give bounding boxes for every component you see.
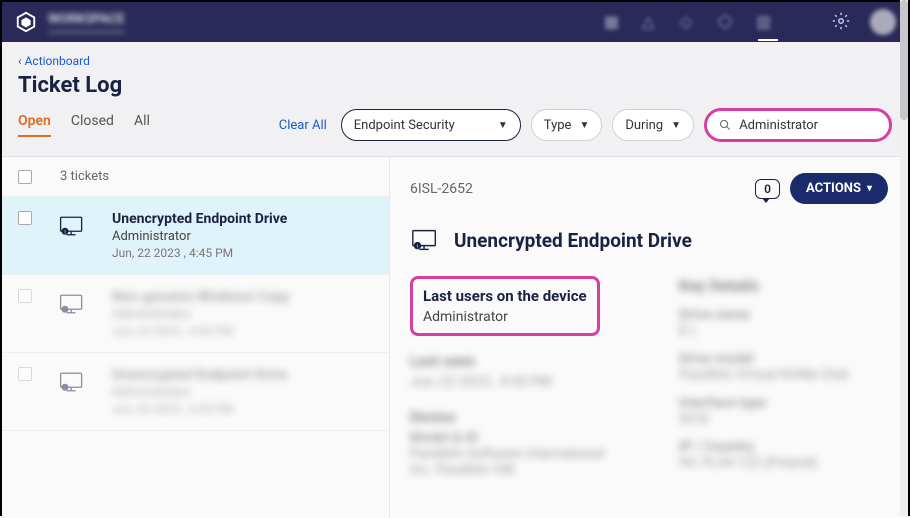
ticket-user: Administrator	[112, 385, 373, 400]
chevron-down-icon: ▼	[671, 120, 681, 131]
endpoint-alert-icon: !	[58, 215, 86, 237]
chevron-down-icon: ▼	[498, 120, 508, 131]
breadcrumb: ‹ Actionboard	[2, 42, 908, 69]
ticket-date: Jun, 22 2023 , 4:45 PM	[112, 402, 373, 416]
list-item[interactable]: Non-genuine Windows Copy Administrator J…	[2, 275, 389, 353]
ticket-user: Administrator	[112, 307, 373, 322]
nav-icon-1[interactable]: ▦	[604, 12, 624, 32]
chevron-down-icon: ▼	[579, 120, 589, 131]
ticket-title: Unencrypted Endpoint Drive	[112, 367, 373, 383]
filter-category-label: Endpoint Security	[354, 118, 455, 133]
filter-category[interactable]: Endpoint Security ▼	[341, 109, 521, 141]
ticket-date: Jun, 22 2023 , 4:45 PM	[112, 246, 373, 260]
filter-type[interactable]: Type ▼	[531, 109, 603, 141]
last-seen-section: Last seen Jun, 22 2023 , 4:45 PM	[410, 352, 619, 390]
ticket-date: Jun, 22 2023 , 4:45 PM	[112, 324, 373, 338]
clear-all-link[interactable]: Clear All	[279, 118, 327, 133]
topnav-icons: ▦ △ ◇ ⬡ ▥	[604, 9, 896, 35]
ticket-list: 3 tickets ! Unencrypted Endpoint Drive A…	[2, 157, 390, 518]
scrollbar[interactable]	[900, 0, 908, 516]
scrollbar-thumb[interactable]	[900, 0, 908, 120]
detail-heading: ! Unencrypted Endpoint Drive	[410, 228, 888, 252]
row-checkbox[interactable]	[18, 211, 32, 225]
ticket-id: 6ISL-2652	[410, 181, 473, 197]
last-users-label: Last users on the device	[423, 287, 587, 305]
nav-icon-5[interactable]: ▥	[756, 12, 776, 32]
search-input[interactable]	[739, 118, 877, 133]
search-box[interactable]	[704, 108, 892, 142]
tab-all[interactable]: All	[134, 113, 150, 137]
last-users-value: Administrator	[423, 309, 587, 325]
status-tabs: Open Closed All	[18, 113, 150, 137]
comment-count-badge[interactable]: 0	[755, 179, 780, 199]
list-header: 3 tickets	[2, 157, 389, 197]
search-icon	[719, 118, 731, 132]
row-checkbox[interactable]	[18, 367, 32, 381]
detail-heading-text: Unencrypted Endpoint Drive	[454, 229, 692, 252]
content-area: 3 tickets ! Unencrypted Endpoint Drive A…	[2, 156, 908, 518]
page-title: Ticket Log	[2, 69, 908, 108]
breadcrumb-back[interactable]: ‹ Actionboard	[18, 54, 90, 68]
filter-during[interactable]: During ▼	[612, 109, 694, 141]
actions-button[interactable]: ACTIONS ▾	[790, 173, 888, 204]
workspace-name[interactable]: WORKSPACE	[48, 12, 125, 33]
ticket-title: Non-genuine Windows Copy	[112, 289, 373, 305]
endpoint-alert-icon: !	[410, 228, 440, 252]
row-checkbox[interactable]	[18, 289, 32, 303]
gear-icon[interactable]	[832, 12, 852, 32]
bell-icon[interactable]: ◇	[680, 12, 700, 32]
avatar[interactable]	[870, 9, 896, 35]
app-logo	[14, 10, 38, 34]
filter-during-label: During	[625, 118, 663, 133]
endpoint-alert-icon	[58, 371, 86, 393]
list-item[interactable]: Unencrypted Endpoint Drive Administrator…	[2, 353, 389, 431]
actions-label: ACTIONS	[806, 181, 861, 196]
list-item[interactable]: ! Unencrypted Endpoint Drive Administrat…	[2, 197, 389, 275]
ticket-user: Administrator	[112, 229, 373, 244]
key-details-section: Key Details Drive name E:\ Drive model P…	[679, 276, 888, 471]
filter-type-label: Type	[544, 118, 572, 133]
endpoint-alert-icon	[58, 293, 86, 315]
select-all-checkbox[interactable]	[18, 170, 32, 184]
nav-icon-2[interactable]: △	[642, 12, 662, 32]
last-users-section: Last users on the device Administrator	[410, 276, 600, 336]
nav-icon-4[interactable]: ⬡	[718, 12, 738, 32]
chevron-down-icon: ▾	[867, 183, 872, 194]
ticket-count: 3 tickets	[60, 169, 109, 184]
filter-bar: Open Closed All Clear All Endpoint Secur…	[2, 108, 908, 156]
ticket-title: Unencrypted Endpoint Drive	[112, 211, 373, 227]
detail-pane: 6ISL-2652 0 ACTIONS ▾ ! Unencrypted Endp…	[390, 157, 908, 518]
tab-closed[interactable]: Closed	[71, 113, 114, 137]
device-section: Device Model & ID Parallels Software Int…	[410, 408, 619, 478]
top-nav: WORKSPACE ▦ △ ◇ ⬡ ▥	[2, 2, 908, 42]
tab-open[interactable]: Open	[18, 113, 51, 137]
svg-text:!: !	[64, 230, 65, 236]
